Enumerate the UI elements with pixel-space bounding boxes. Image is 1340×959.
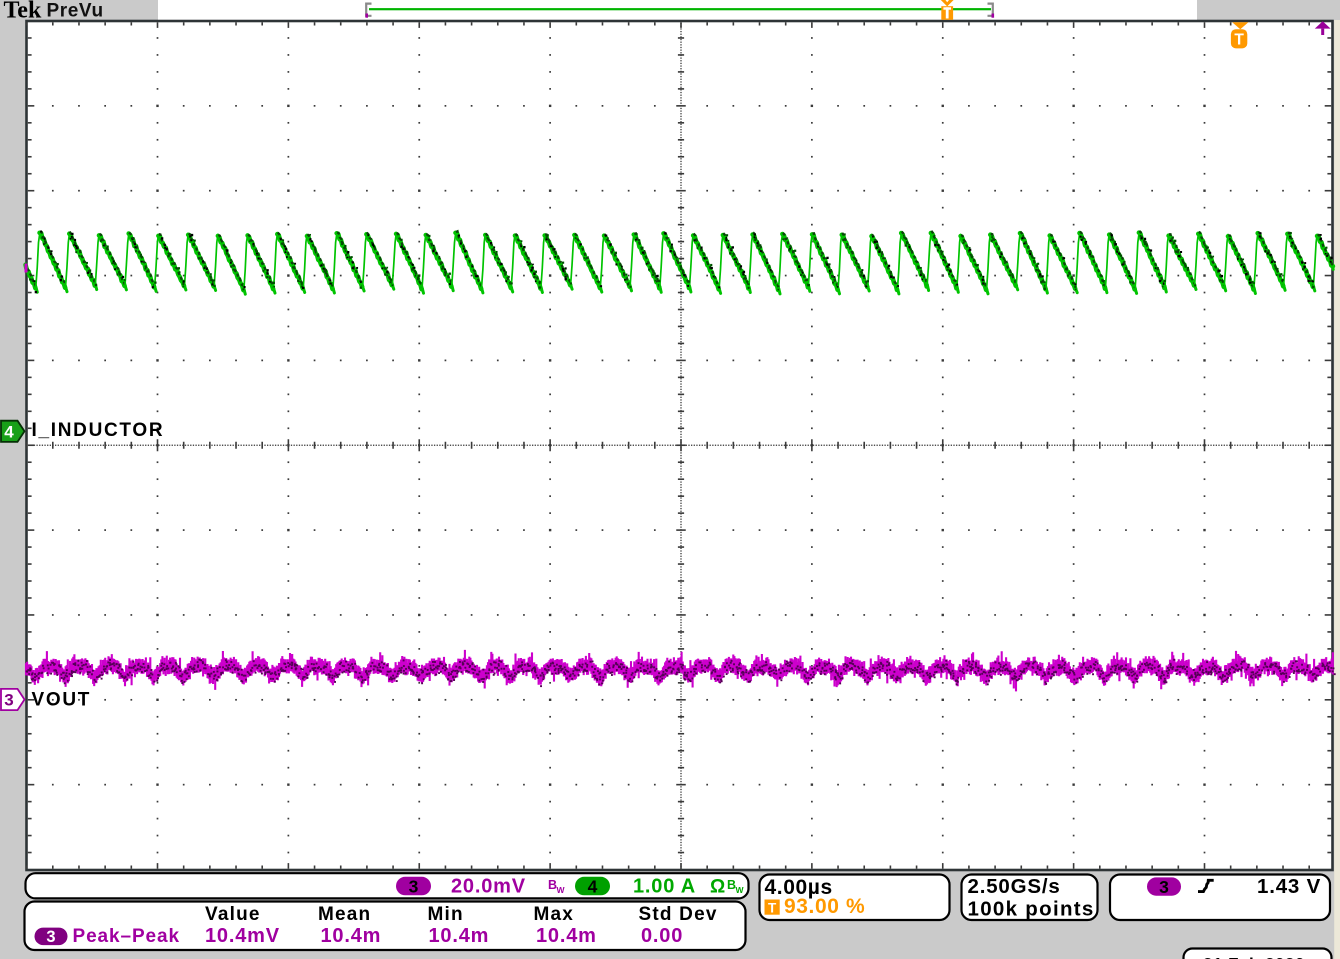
svg-text:10.4mV: 10.4mV (205, 925, 280, 947)
svg-text:20.0mV: 20.0mV (451, 876, 526, 898)
svg-text:Tek: Tek (4, 0, 42, 23)
svg-text:10.4m: 10.4m (321, 925, 382, 947)
svg-text:Peak–Peak: Peak–Peak (73, 926, 180, 947)
svg-text:T: T (1234, 31, 1244, 48)
svg-text:3: 3 (4, 691, 13, 710)
svg-text:3: 3 (46, 928, 55, 946)
svg-text:W: W (557, 885, 566, 895)
svg-text:100k points: 100k points (968, 898, 1095, 921)
svg-text:Min: Min (428, 904, 464, 925)
svg-text:Value: Value (205, 904, 261, 925)
svg-text:4: 4 (4, 423, 14, 442)
svg-text:Max: Max (534, 904, 575, 925)
svg-text:0.00: 0.00 (641, 925, 683, 947)
svg-text:1.00 A: 1.00 A (633, 876, 696, 898)
svg-text:Std Dev: Std Dev (639, 904, 718, 925)
svg-text:93.00 %: 93.00 % (784, 895, 865, 918)
svg-text:21 Feb 2020: 21 Feb 2020 (1203, 955, 1305, 959)
svg-text:2.50GS/s: 2.50GS/s (968, 875, 1061, 898)
svg-text:Mean: Mean (318, 904, 371, 925)
svg-text:Ω: Ω (710, 877, 725, 898)
svg-text:PreVu: PreVu (47, 1, 104, 22)
svg-text:10.4m: 10.4m (536, 925, 597, 947)
svg-text:I_INDUCTOR: I_INDUCTOR (32, 420, 165, 441)
svg-text:3: 3 (1159, 877, 1169, 897)
svg-text:VOUT: VOUT (32, 690, 92, 711)
svg-text:T: T (768, 900, 777, 915)
svg-text:1.43 V: 1.43 V (1257, 875, 1321, 898)
svg-text:W: W (736, 885, 745, 895)
svg-text:4: 4 (588, 876, 598, 896)
svg-text:10.4m: 10.4m (429, 925, 490, 947)
svg-text:3: 3 (409, 876, 419, 896)
